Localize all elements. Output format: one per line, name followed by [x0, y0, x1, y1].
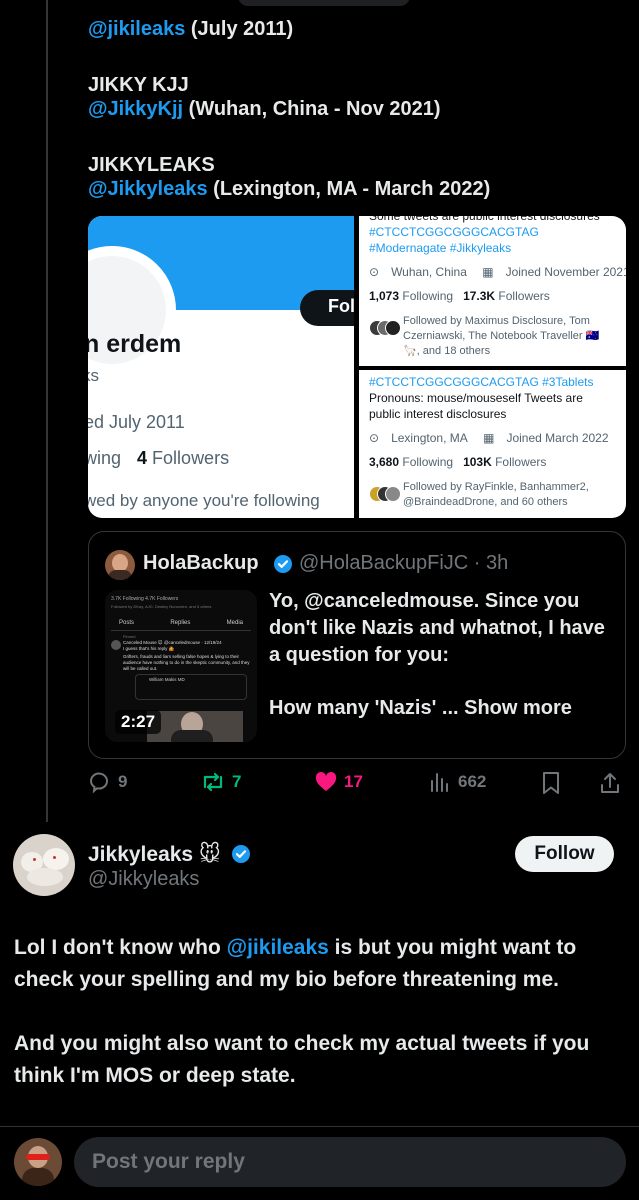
calendar-icon: ▦ [483, 431, 495, 445]
followers-avatars [369, 486, 401, 504]
reply-icon [89, 772, 108, 794]
reply-author-name[interactable]: Jikkyleaks 🐭 [88, 842, 251, 867]
mini-stats: 3.7K Following 4.7K Followers [111, 596, 179, 602]
profile-joined: ed July 2011 [88, 412, 185, 432]
share-button[interactable] [598, 770, 628, 796]
followers-avatars [369, 320, 401, 338]
bio-text: Pronouns: mouse/mouseself Tweets are pub… [369, 391, 583, 421]
mention-link[interactable]: @jikileaks [227, 936, 329, 959]
bio-cut-text: Some tweets are public interest disclosu… [369, 216, 600, 223]
attached-image-profile-2[interactable]: Some tweets are public interest disclosu… [359, 216, 626, 366]
profile-meta: ⊙ Lexington, MA ▦ Joined March 2022 [369, 431, 609, 445]
thread-text-name-2: JIKKY KJJ [88, 74, 189, 96]
quoted-author-name[interactable]: HolaBackup [143, 552, 259, 575]
thread-connector-line [46, 0, 48, 822]
reply-author-avatar[interactable] [13, 834, 75, 896]
repost-icon [203, 772, 223, 792]
new-posts-pill[interactable] [238, 0, 410, 6]
profile-followed-by: Followed by Maximus Disclosure, Tom Czer… [369, 314, 616, 359]
heart-filled-icon [315, 772, 337, 791]
quoted-video-thumbnail[interactable]: 3.7K Following 4.7K Followers Followed b… [105, 590, 257, 742]
repost-button[interactable]: 7 [200, 770, 241, 794]
profile-followed-by: wed by anyone you're following [88, 491, 320, 510]
profile-stats: 3,680 Following 103K Followers [369, 455, 547, 469]
profile-name: n erdem [88, 330, 182, 358]
like-button[interactable]: 17 [314, 770, 363, 794]
reply-button[interactable]: 9 [88, 770, 127, 794]
views-button[interactable]: 662 [428, 770, 486, 794]
current-user-avatar[interactable] [14, 1138, 62, 1186]
follow-button-cropped: Fol [300, 290, 354, 326]
profile-stats: wing 4 Followers [88, 448, 230, 468]
mini-body: Grifters, frauds and liars selling false… [123, 654, 250, 671]
mention-link[interactable]: @Jikkyleaks [88, 178, 208, 200]
location-icon: ⊙ [369, 265, 380, 279]
analytics-icon [431, 773, 448, 792]
thread-text-name-3: JIKKYLEAKS [88, 154, 215, 176]
verified-badge-icon [274, 555, 292, 573]
profile-meta: ⊙ Wuhan, China ▦ Joined November 2021 [369, 265, 626, 279]
video-duration: 2:27 [115, 710, 162, 734]
profile-handle: ks [88, 366, 99, 385]
share-icon [601, 773, 619, 793]
mini-followed-by: Followed by DKay, AJG, Destiny Noronden,… [111, 604, 212, 609]
mini-pinned: Pinned [123, 634, 136, 639]
bio-hashtags: #CTCCTCGGCGGGCACGTAG #Modernagate #Jikky… [369, 225, 539, 255]
bookmark-icon [543, 772, 559, 794]
quoted-post-card[interactable]: HolaBackup @HolaBackupFiJC · 3h 3.7K Fol… [88, 531, 626, 759]
thread-text-line-3: @Jikkyleaks (Lexington, MA - March 2022) [88, 178, 491, 200]
mention-link[interactable]: @JikkyKjj [88, 98, 183, 120]
reply-author-handle[interactable]: @Jikkyleaks [88, 868, 199, 891]
bookmark-button[interactable] [540, 770, 568, 796]
mention-link[interactable]: @jikileaks [88, 18, 185, 40]
calendar-icon: ▦ [482, 265, 494, 279]
reply-input[interactable] [74, 1137, 626, 1187]
mini-line1: I guess that's his reply 🤷 [123, 646, 175, 651]
quoted-author-handle[interactable]: @HolaBackupFiJC · 3h [299, 552, 508, 575]
location-icon: ⊙ [369, 431, 380, 445]
reply-post-text: Lol I don't know who @jikileaks is but y… [14, 936, 590, 1087]
quoted-author-avatar[interactable] [105, 550, 135, 580]
profile-followed-by: Followed by RayFinkle, Banhammer2, @Brai… [369, 480, 616, 510]
profile-stats: 1,073 Following 17.3K Followers [369, 289, 550, 303]
follow-button[interactable]: Follow [515, 836, 614, 872]
thread-text-line-1: @jikileaks (July 2011) [88, 18, 294, 40]
quoted-post-text[interactable]: Yo, @canceledmouse. Since you don't like… [269, 588, 609, 722]
mini-tabs: Posts Replies Media [119, 620, 243, 626]
verified-badge-icon [231, 845, 250, 863]
attached-image-profile-1[interactable]: Fol n erdem ks ed July 2011 wing4 Follow… [88, 216, 354, 518]
bio-hashtags: #CTCCTCGGCGGGCACGTAG #3Tablets [369, 375, 594, 389]
mini-user: William Makis MD [149, 677, 185, 682]
thread-text-line-2: @JikkyKjj (Wuhan, China - Nov 2021) [88, 98, 441, 120]
attached-image-profile-3[interactable]: #CTCCTCGGCGGGCACGTAG #3Tablets Pronouns:… [359, 370, 626, 518]
